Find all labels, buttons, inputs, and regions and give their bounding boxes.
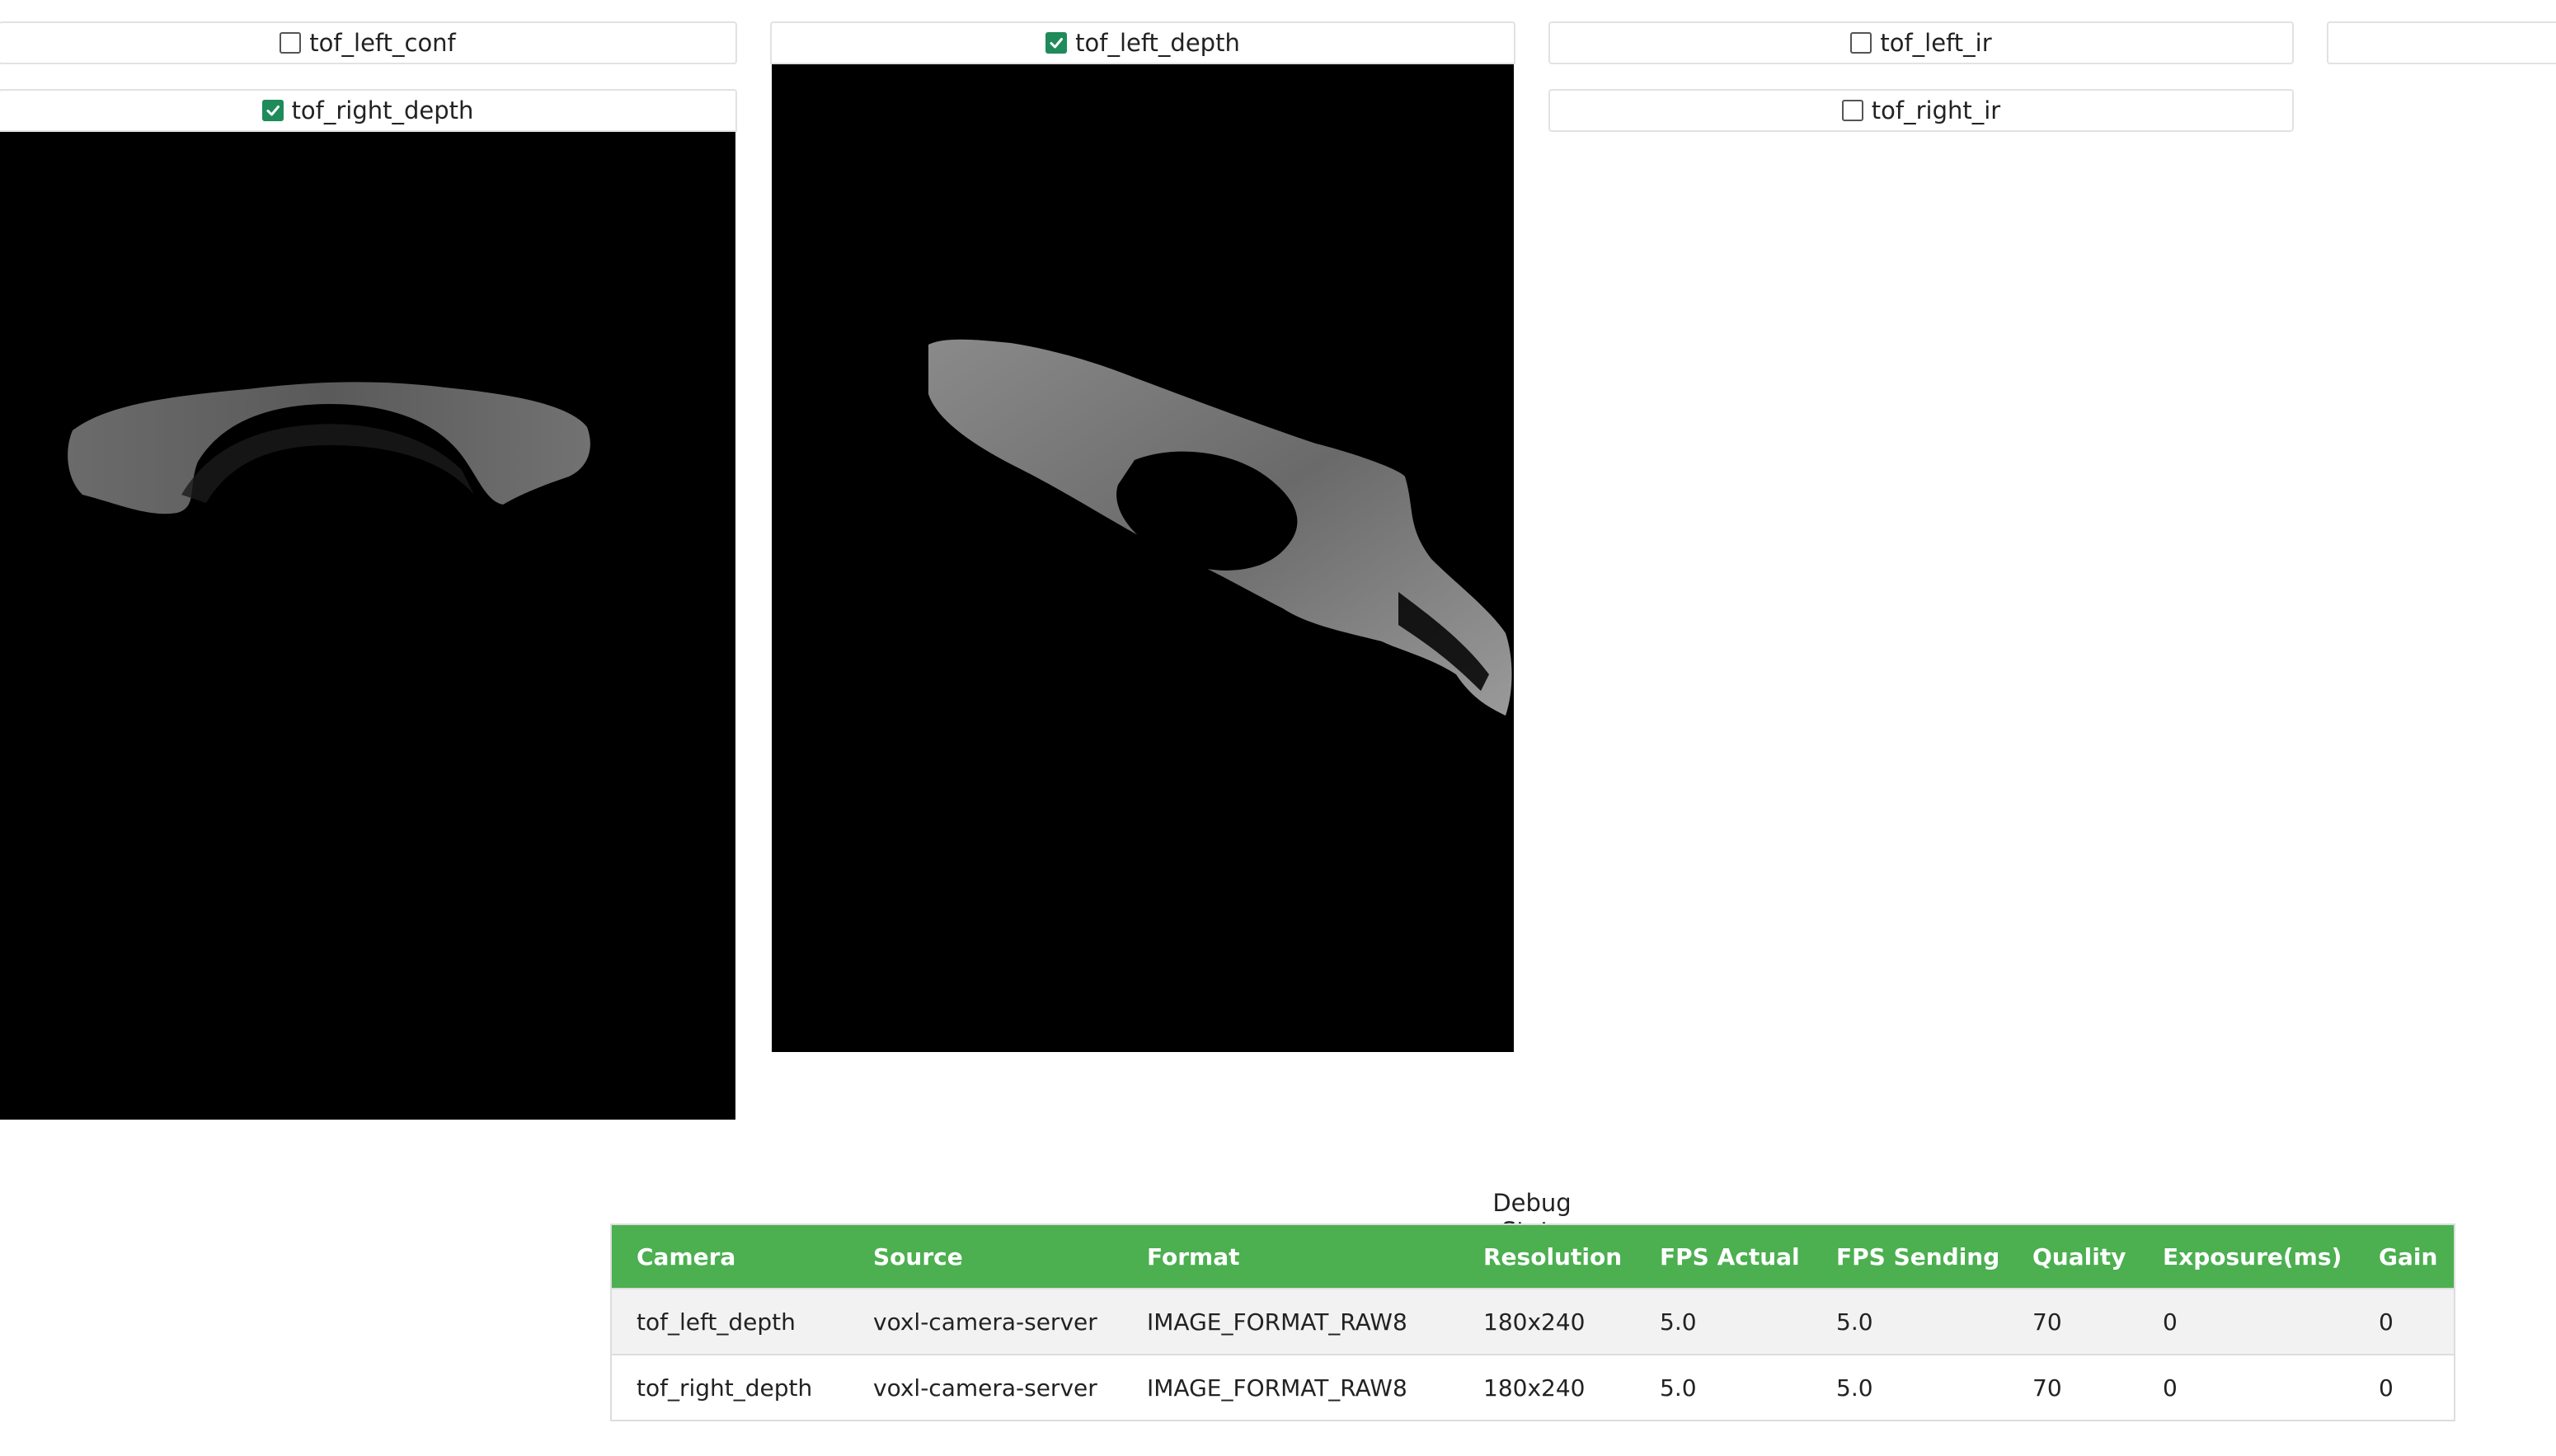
camera-label: tof_left_depth <box>1075 28 1240 57</box>
column-header-format: Format <box>1122 1224 1459 1289</box>
camera-label: tof_left_ir <box>1880 28 1992 57</box>
camera-label: tof_left_conf <box>309 28 456 57</box>
cell-format: IMAGE_FORMAT_RAW8 <box>1122 1288 1459 1355</box>
camera-toggle-tof-left-depth[interactable]: tof_left_depth <box>770 21 1515 64</box>
cell-source: voxl-camera-server <box>848 1354 1122 1421</box>
checkbox-icon[interactable] <box>1850 32 1872 54</box>
cell-quality: 70 <box>2008 1288 2138 1355</box>
camera-toggle-tof-right-ir[interactable]: tof_right_ir <box>1548 89 2294 132</box>
cell-fps-sending: 5.0 <box>1811 1288 2008 1355</box>
cell-camera: tof_right_depth <box>611 1354 848 1421</box>
checkbox-checked-icon[interactable] <box>261 100 284 121</box>
cell-resolution: 180x240 <box>1459 1288 1635 1355</box>
camera-toggle-tof-left-ir[interactable]: tof_left_ir <box>1548 21 2294 64</box>
cell-fps-actual: 5.0 <box>1635 1288 1811 1355</box>
cell-resolution: 180x240 <box>1459 1354 1635 1421</box>
column-header-fps-sending: FPS Sending <box>1811 1224 2008 1289</box>
column-header-resolution: Resolution <box>1459 1224 1635 1289</box>
column-header-quality: Quality <box>2008 1224 2138 1289</box>
table-row: tof_right_depth voxl-camera-server IMAGE… <box>611 1354 2455 1421</box>
camera-feed-tof-left-depth <box>772 64 1514 1052</box>
camera-toggle-partial[interactable] <box>2327 21 2556 64</box>
cell-camera: tof_left_depth <box>611 1288 848 1355</box>
camera-toggle-tof-right-depth[interactable]: tof_right_depth <box>0 89 737 132</box>
column-header-fps-actual: FPS Actual <box>1635 1224 1811 1289</box>
cell-fps-actual: 5.0 <box>1635 1354 1811 1421</box>
table-header-row: Camera Source Format Resolution FPS Actu… <box>611 1224 2455 1289</box>
table-row: tof_left_depth voxl-camera-server IMAGE_… <box>611 1288 2455 1355</box>
debug-stats-table: Camera Source Format Resolution FPS Actu… <box>610 1224 2455 1421</box>
camera-label: tof_right_depth <box>291 96 474 124</box>
checkbox-icon[interactable] <box>280 32 302 54</box>
cell-gain: 0 <box>2354 1288 2455 1355</box>
cell-source: voxl-camera-server <box>848 1288 1122 1355</box>
column-header-source: Source <box>848 1224 1122 1289</box>
checkbox-icon[interactable] <box>1841 100 1863 121</box>
camera-label: tof_right_ir <box>1871 96 2001 124</box>
cell-exposure: 0 <box>2138 1288 2354 1355</box>
cell-format: IMAGE_FORMAT_RAW8 <box>1122 1354 1459 1421</box>
column-header-camera: Camera <box>611 1224 848 1289</box>
column-header-exposure: Exposure(ms) <box>2138 1224 2354 1289</box>
cell-fps-sending: 5.0 <box>1811 1354 2008 1421</box>
cell-quality: 70 <box>2008 1354 2138 1421</box>
cell-gain: 0 <box>2354 1354 2455 1421</box>
column-header-gain: Gain <box>2354 1224 2455 1289</box>
checkbox-checked-icon[interactable] <box>1045 32 1068 54</box>
cell-exposure: 0 <box>2138 1354 2354 1421</box>
camera-viewer-page: tof_left_conf tof_right_depth tof_left_d… <box>0 0 2556 1456</box>
camera-feed-tof-right-depth <box>0 132 735 1120</box>
camera-toggle-tof-left-conf[interactable]: tof_left_conf <box>0 21 737 64</box>
